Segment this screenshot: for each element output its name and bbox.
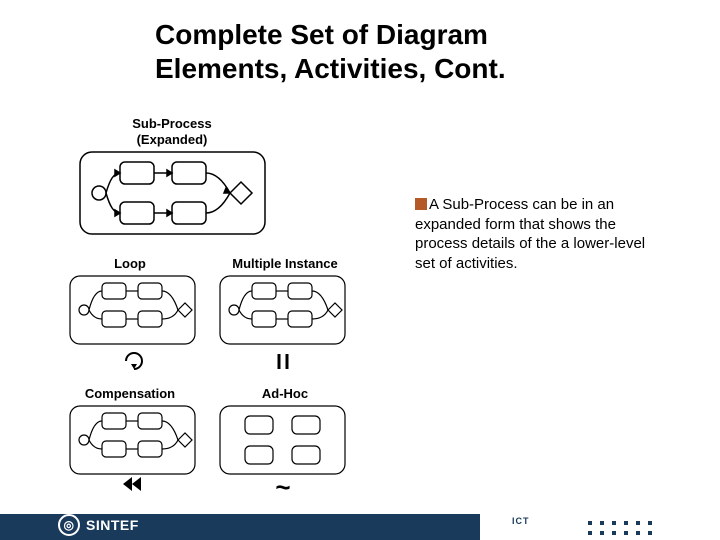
bullet-square-icon <box>415 198 427 210</box>
multi-instance-box <box>220 276 345 344</box>
adhoc-marker-icon: ~ <box>275 472 290 496</box>
footer-dots-icon <box>588 512 660 532</box>
diagram-figure: Sub-Process (Expanded) Loop Multiple Ins… <box>60 116 380 496</box>
adhoc-box <box>220 406 345 474</box>
footer-logo-icon: ◎ <box>58 514 80 536</box>
compensation-marker-icon <box>123 477 141 491</box>
label-subprocess-l1: Sub-Process <box>132 116 211 131</box>
slide-title: Complete Set of Diagram Elements, Activi… <box>155 18 615 85</box>
label-adhoc: Ad-Hoc <box>262 386 308 401</box>
loop-marker-icon <box>126 353 142 369</box>
footer-ict-label: ICT <box>512 516 530 526</box>
label-multi: Multiple Instance <box>232 256 337 271</box>
footer-brand-text: SINTEF <box>86 517 139 533</box>
footer-logo: ◎ SINTEF <box>58 514 139 536</box>
compensation-box <box>70 406 195 474</box>
body-text-block: A Sub-Process can be in an expanded form… <box>415 195 665 273</box>
slide-footer: ◎ SINTEF ICT <box>0 498 720 540</box>
subprocess-expanded-box <box>80 152 265 234</box>
parallel-marker-icon <box>279 354 287 369</box>
bullet-text: A Sub-Process can be in an expanded form… <box>415 196 645 272</box>
label-subprocess-l2: (Expanded) <box>137 132 208 147</box>
loop-box <box>70 276 195 344</box>
label-loop: Loop <box>114 256 146 271</box>
label-compensation: Compensation <box>85 386 175 401</box>
